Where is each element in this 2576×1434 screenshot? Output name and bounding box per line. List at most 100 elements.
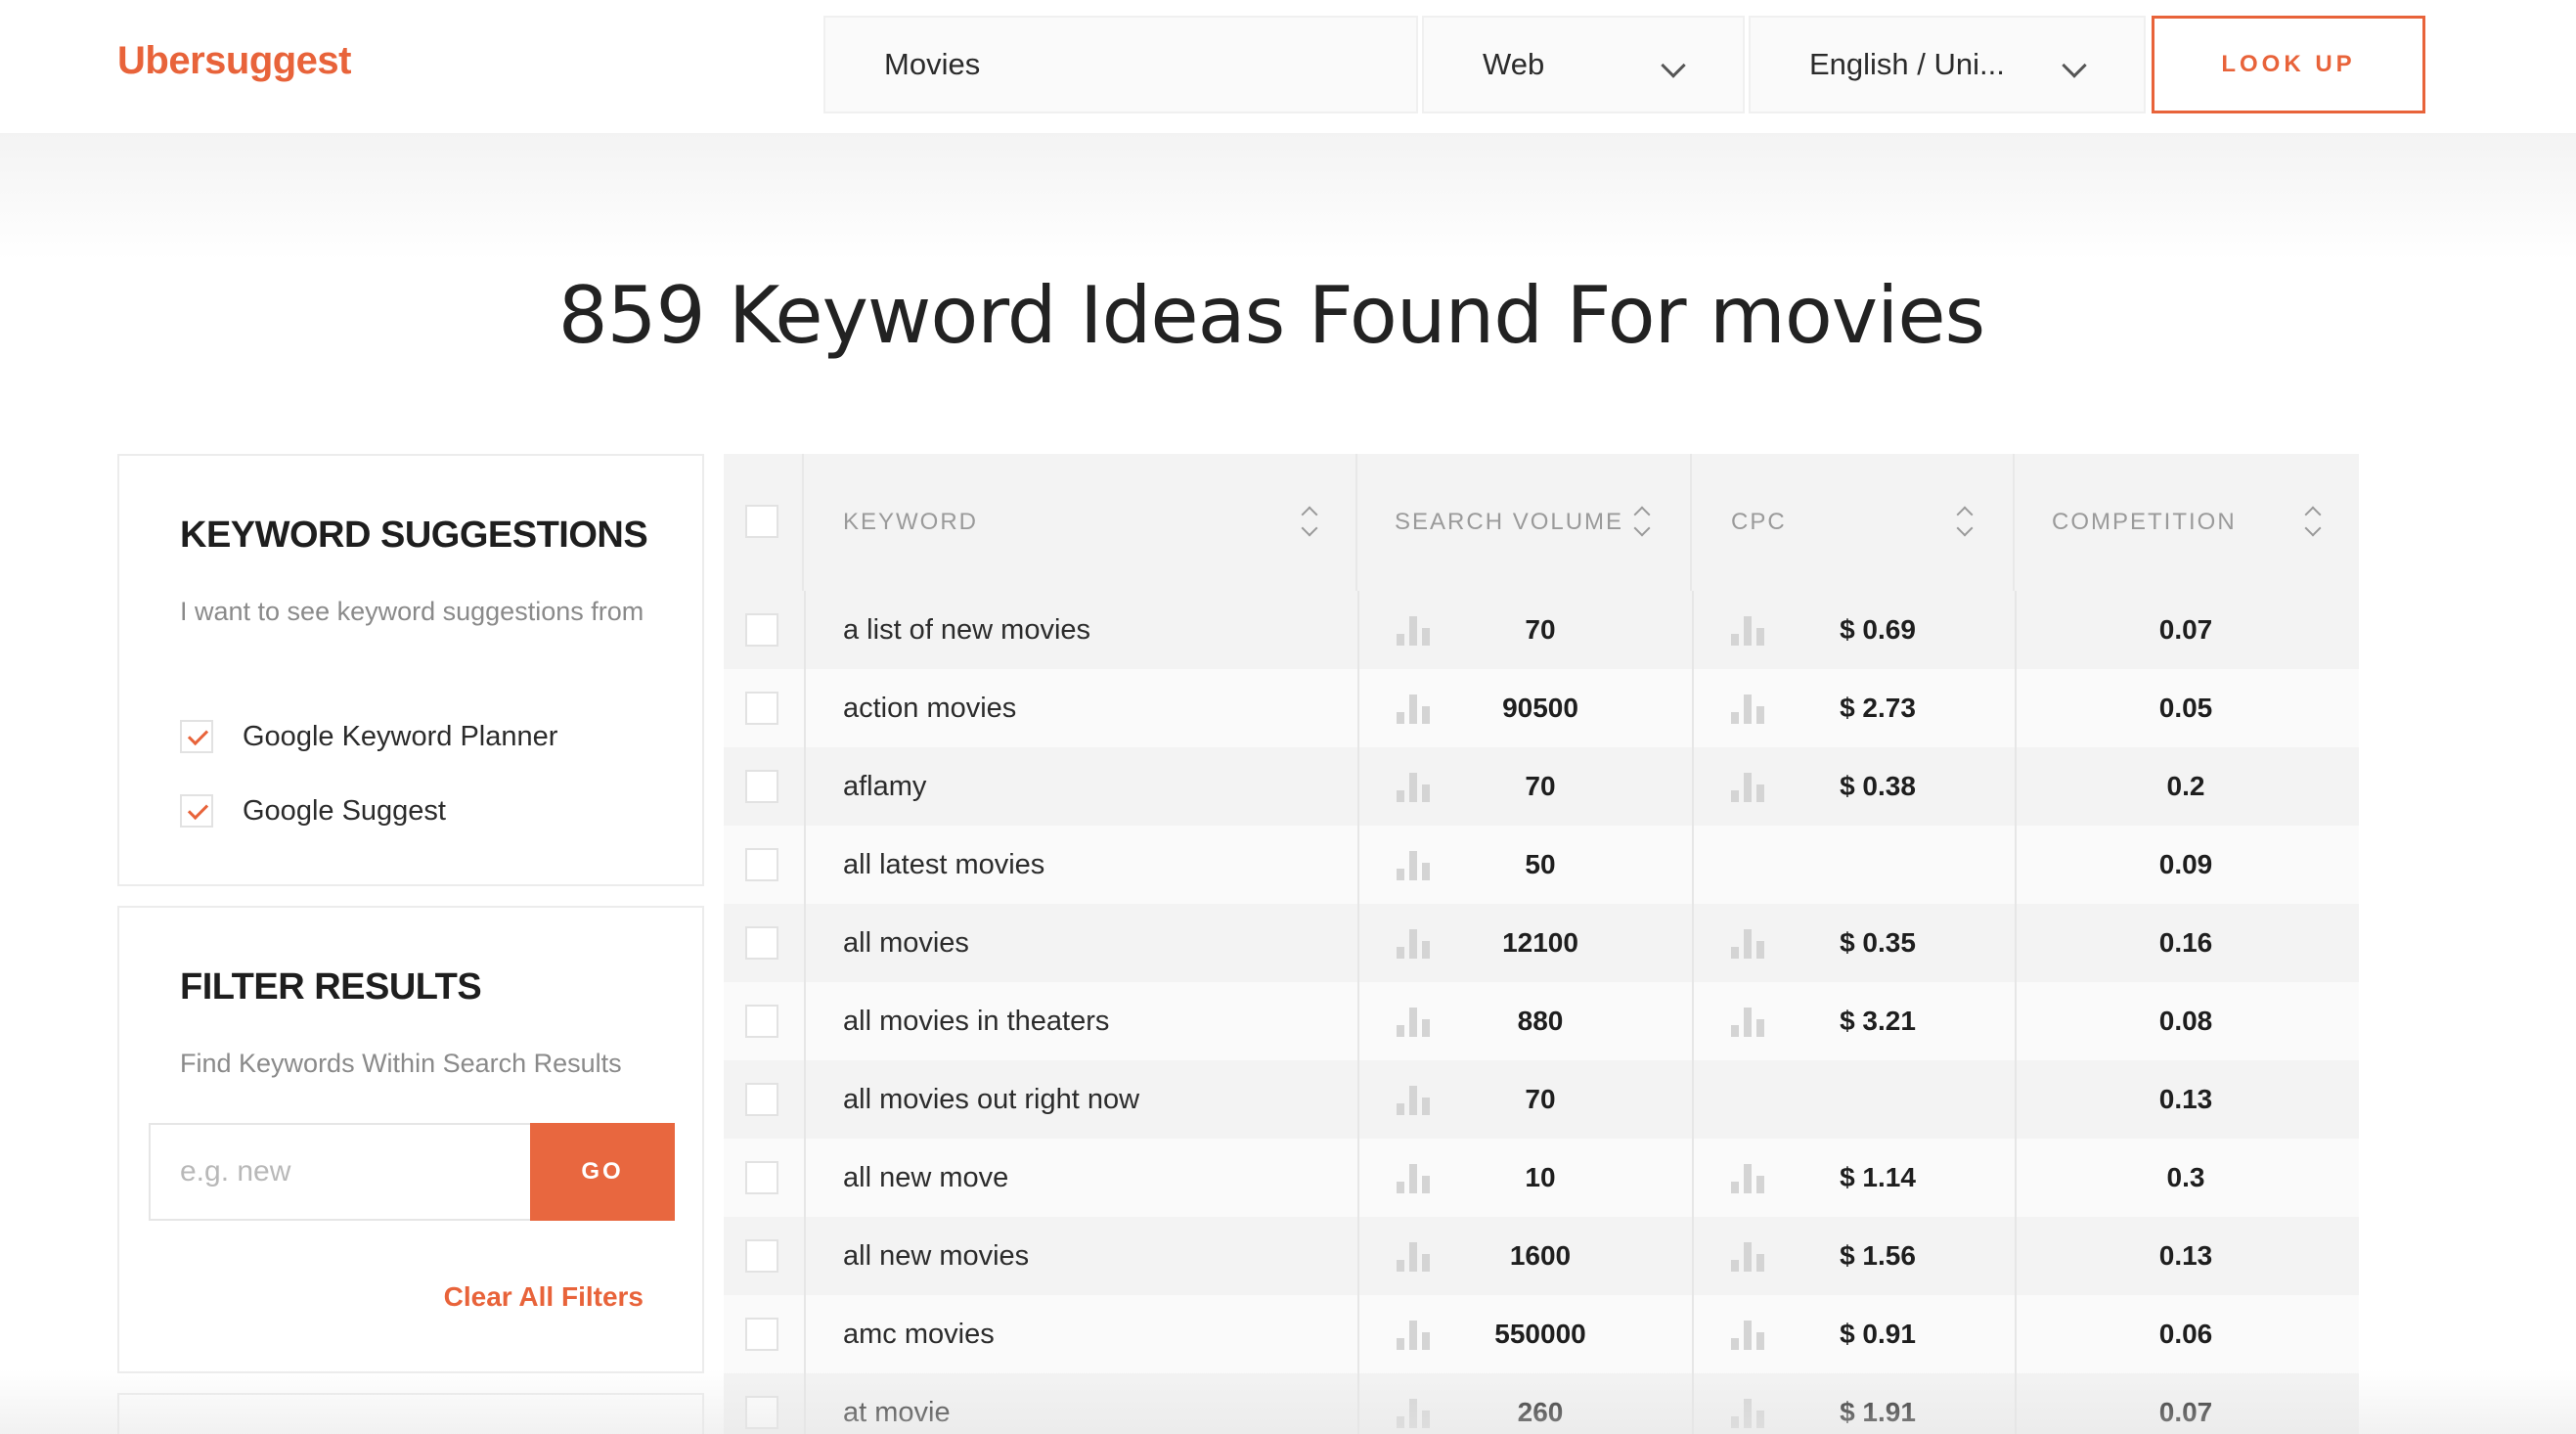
- row-checkbox[interactable]: [745, 613, 778, 647]
- row-checkbox[interactable]: [745, 926, 778, 960]
- table-row[interactable]: all movies in theaters 880 $ 3.21 0.08: [724, 982, 2359, 1060]
- divider: [804, 1373, 806, 1434]
- trend-chart-icon[interactable]: [1397, 1319, 1432, 1350]
- trend-chart-icon[interactable]: [1397, 771, 1432, 802]
- table-row[interactable]: all new move 10 $ 1.14 0.3: [724, 1139, 2359, 1217]
- clear-all-filters-link[interactable]: Clear All Filters: [444, 1281, 644, 1313]
- row-checkbox[interactable]: [745, 1318, 778, 1351]
- trend-chart-icon[interactable]: [1731, 693, 1766, 724]
- trend-chart-icon[interactable]: [1731, 1006, 1766, 1037]
- cpc-cell: $ 1.56: [1840, 1240, 1916, 1271]
- trend-chart-icon[interactable]: [1731, 771, 1766, 802]
- header-band: [0, 133, 2576, 260]
- filter-input[interactable]: [149, 1123, 532, 1221]
- search-input[interactable]: Movies: [823, 16, 1418, 113]
- trend-chart-icon[interactable]: [1731, 927, 1766, 959]
- table-row[interactable]: all new movies 1600 $ 1.56 0.13: [724, 1217, 2359, 1295]
- trend-chart-icon[interactable]: [1731, 1240, 1766, 1272]
- competition-cell: 0.08: [2158, 1006, 2213, 1036]
- option-label: Google Keyword Planner: [243, 720, 558, 752]
- trend-chart-icon[interactable]: [1397, 614, 1432, 646]
- cpc-cell: $ 2.73: [1840, 693, 1916, 723]
- checkbox-icon[interactable]: [180, 720, 213, 753]
- column-header-keyword[interactable]: KEYWORD: [804, 454, 1357, 591]
- cpc-cell: $ 0.35: [1840, 927, 1916, 958]
- divider: [1357, 1139, 1359, 1217]
- source-select[interactable]: Web: [1422, 16, 1745, 113]
- row-checkbox[interactable]: [745, 1396, 778, 1429]
- keyword-cell: all new move: [843, 1161, 1009, 1193]
- table-row[interactable]: a list of new movies 70 $ 0.69 0.07: [724, 591, 2359, 669]
- column-header-competition[interactable]: COMPETITION: [2015, 454, 2359, 591]
- trend-chart-icon[interactable]: [1731, 1319, 1766, 1350]
- row-checkbox[interactable]: [745, 692, 778, 725]
- column-header-search-volume[interactable]: SEARCH VOLUME: [1357, 454, 1692, 591]
- divider: [804, 1139, 806, 1217]
- search-volume-cell: 70: [1525, 1084, 1556, 1114]
- search-volume-cell: 50: [1525, 849, 1556, 879]
- row-checkbox[interactable]: [745, 1239, 778, 1273]
- table-row[interactable]: aflamy 70 $ 0.38 0.2: [724, 747, 2359, 826]
- search-volume-cell: 880: [1517, 1006, 1564, 1036]
- divider: [1357, 904, 1359, 982]
- table-row[interactable]: all movies out right now 70 0.13: [724, 1060, 2359, 1139]
- trend-chart-icon[interactable]: [1397, 1397, 1432, 1428]
- sort-icon[interactable]: [1958, 505, 1972, 538]
- divider: [1357, 747, 1359, 826]
- divider: [804, 747, 806, 826]
- divider: [2015, 982, 2017, 1060]
- row-checkbox[interactable]: [745, 848, 778, 881]
- keyword-cell: a list of new movies: [843, 613, 1091, 646]
- competition-cell: 0.09: [2158, 849, 2213, 879]
- trend-chart-icon[interactable]: [1397, 849, 1432, 880]
- trend-chart-icon[interactable]: [1731, 1397, 1766, 1428]
- table-row[interactable]: all movies 12100 $ 0.35 0.16: [724, 904, 2359, 982]
- sort-icon[interactable]: [1303, 505, 1316, 538]
- option-google-suggest[interactable]: Google Suggest: [180, 794, 446, 828]
- divider: [1692, 1295, 1694, 1373]
- competition-cell: 0.13: [2158, 1240, 2213, 1271]
- keyword-cell: all new movies: [843, 1239, 1030, 1272]
- trend-chart-icon[interactable]: [1397, 1162, 1432, 1193]
- trend-chart-icon[interactable]: [1731, 614, 1766, 646]
- trend-chart-icon[interactable]: [1397, 1084, 1432, 1115]
- keyword-suggestions-panel: KEYWORD SUGGESTIONS I want to see keywor…: [117, 454, 704, 886]
- go-button[interactable]: GO: [530, 1123, 675, 1221]
- trend-chart-icon[interactable]: [1397, 1240, 1432, 1272]
- table-row[interactable]: all latest movies 50 0.09: [724, 826, 2359, 904]
- row-checkbox[interactable]: [745, 770, 778, 803]
- language-select[interactable]: English / Uni...: [1749, 16, 2146, 113]
- trend-chart-icon[interactable]: [1397, 927, 1432, 959]
- row-checkbox[interactable]: [745, 1005, 778, 1038]
- chevron-down-icon: [2062, 53, 2087, 78]
- trend-chart-icon[interactable]: [1397, 1006, 1432, 1037]
- keyword-cell: all movies out right now: [843, 1083, 1140, 1115]
- row-checkbox[interactable]: [745, 1161, 778, 1194]
- option-google-keyword-planner[interactable]: Google Keyword Planner: [180, 720, 557, 753]
- divider: [2015, 1060, 2017, 1139]
- keyword-suggestions-description: I want to see keyword suggestions from: [180, 597, 644, 626]
- row-checkbox[interactable]: [745, 1083, 778, 1116]
- trend-chart-icon[interactable]: [1397, 693, 1432, 724]
- search-volume-cell: 12100: [1502, 927, 1578, 958]
- divider: [1357, 1295, 1359, 1373]
- sort-icon[interactable]: [1635, 505, 1649, 538]
- keyword-suggestions-title: KEYWORD SUGGESTIONS: [180, 515, 648, 556]
- look-up-button[interactable]: LOOK UP: [2152, 16, 2425, 113]
- sort-icon[interactable]: [2306, 505, 2320, 538]
- table-row[interactable]: amc movies 550000 $ 0.91 0.06: [724, 1295, 2359, 1373]
- divider: [804, 1217, 806, 1295]
- select-all-checkbox[interactable]: [745, 505, 778, 538]
- keyword-cell: amc movies: [843, 1318, 995, 1350]
- language-select-value: English / Uni...: [1809, 47, 2005, 81]
- keyword-cell: all latest movies: [843, 848, 1045, 880]
- trend-chart-icon[interactable]: [1731, 1162, 1766, 1193]
- search-volume-cell: 550000: [1494, 1319, 1586, 1349]
- divider: [2015, 904, 2017, 982]
- logo[interactable]: Ubersuggest: [117, 39, 352, 83]
- table-row[interactable]: action movies 90500 $ 2.73 0.05: [724, 669, 2359, 747]
- table-row[interactable]: at movie 260 $ 1.91 0.07: [724, 1373, 2359, 1434]
- checkbox-icon[interactable]: [180, 794, 213, 828]
- divider: [1692, 1217, 1694, 1295]
- column-header-cpc[interactable]: CPC: [1692, 454, 2015, 591]
